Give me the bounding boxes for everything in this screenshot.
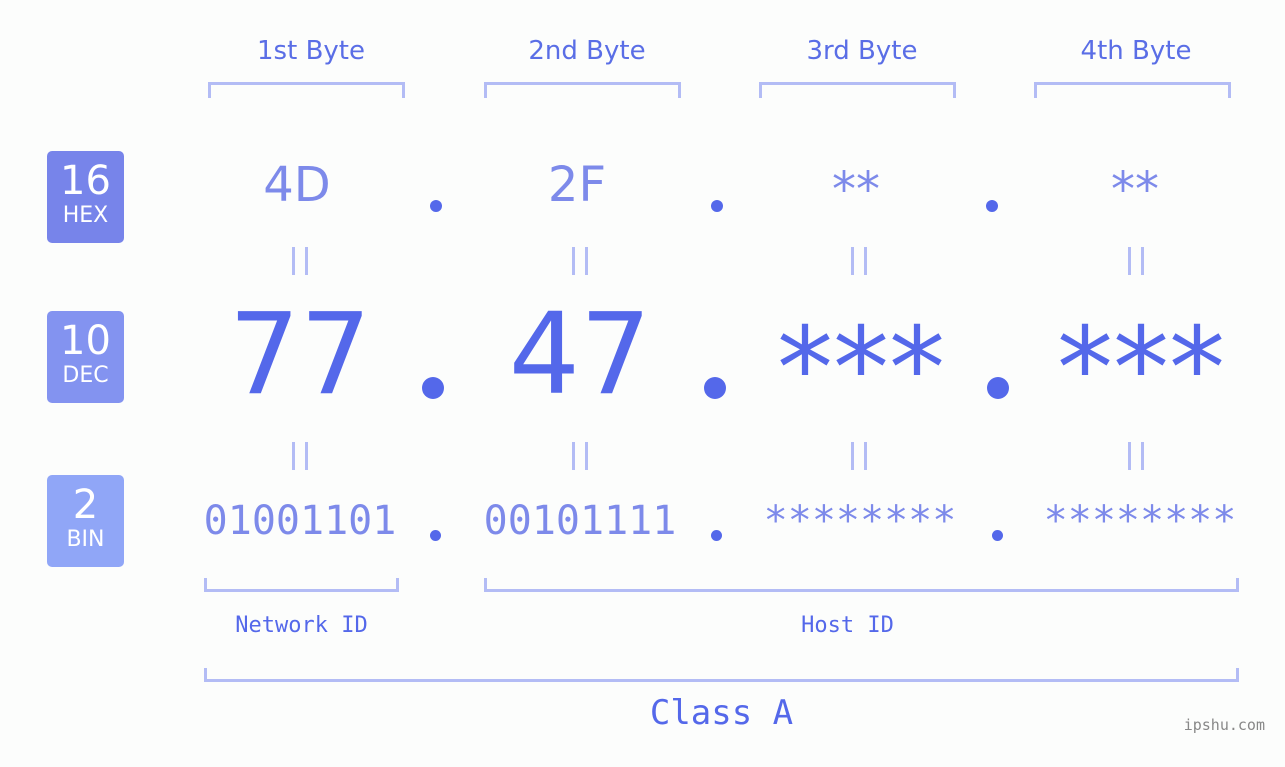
bin-value-2: 00101111 <box>483 498 677 544</box>
bin-badge: 2 BIN <box>47 475 124 567</box>
network-id-label: Network ID <box>235 613 368 638</box>
bin-badge-label: BIN <box>66 527 105 552</box>
dec-value-3: *** <box>777 304 945 434</box>
bin-separator-dot-3 <box>992 530 1003 541</box>
hex-badge-label: HEX <box>62 203 109 228</box>
hex-separator-dot-1 <box>430 200 442 212</box>
byte-bracket-4 <box>1034 82 1231 98</box>
hex-badge-number: 16 <box>60 158 111 204</box>
dec-separator-dot-1 <box>422 377 444 399</box>
dec-badge: 10 DEC <box>47 311 124 403</box>
byte-label-1: 1st Byte <box>257 36 365 66</box>
bin-badge-number: 2 <box>72 482 99 528</box>
hex-separator-dot-3 <box>986 200 998 212</box>
byte-label-4: 4th Byte <box>1080 36 1192 66</box>
equals-icon <box>292 442 308 470</box>
equals-icon <box>292 247 308 275</box>
host-id-label: Host ID <box>801 613 894 638</box>
hex-value-2: 2F <box>547 157 607 213</box>
class-bracket <box>204 668 1239 682</box>
host-id-bracket <box>484 578 1239 592</box>
byte-label-2: 2nd Byte <box>528 36 646 66</box>
equals-icon <box>1128 247 1144 275</box>
network-id-bracket <box>204 578 399 592</box>
watermark: ipshu.com <box>1183 716 1265 734</box>
dec-separator-dot-3 <box>987 377 1009 399</box>
byte-bracket-1 <box>208 82 405 98</box>
dec-value-1: 77 <box>228 290 372 420</box>
hex-value-3: ** <box>832 162 880 218</box>
bin-separator-dot-1 <box>430 530 441 541</box>
byte-bracket-3 <box>759 82 956 98</box>
equals-icon <box>851 442 867 470</box>
dec-value-2: 47 <box>508 290 652 420</box>
bin-value-1: 01001101 <box>203 498 397 544</box>
dec-badge-label: DEC <box>62 363 109 388</box>
hex-badge: 16 HEX <box>47 151 124 243</box>
byte-bracket-2 <box>484 82 681 98</box>
equals-icon <box>851 247 867 275</box>
hex-value-1: 4D <box>263 157 331 213</box>
hex-value-4: ** <box>1111 162 1159 218</box>
equals-icon <box>1128 442 1144 470</box>
dec-badge-number: 10 <box>60 318 111 364</box>
equals-icon <box>572 247 588 275</box>
bin-separator-dot-2 <box>711 530 722 541</box>
bin-value-4: ******** <box>1043 498 1237 544</box>
dec-separator-dot-2 <box>704 377 726 399</box>
bin-value-3: ******** <box>763 498 957 544</box>
ip-class-label: Class A <box>649 693 794 733</box>
hex-separator-dot-2 <box>711 200 723 212</box>
byte-label-3: 3rd Byte <box>806 36 918 66</box>
dec-value-4: *** <box>1057 304 1225 434</box>
equals-icon <box>572 442 588 470</box>
